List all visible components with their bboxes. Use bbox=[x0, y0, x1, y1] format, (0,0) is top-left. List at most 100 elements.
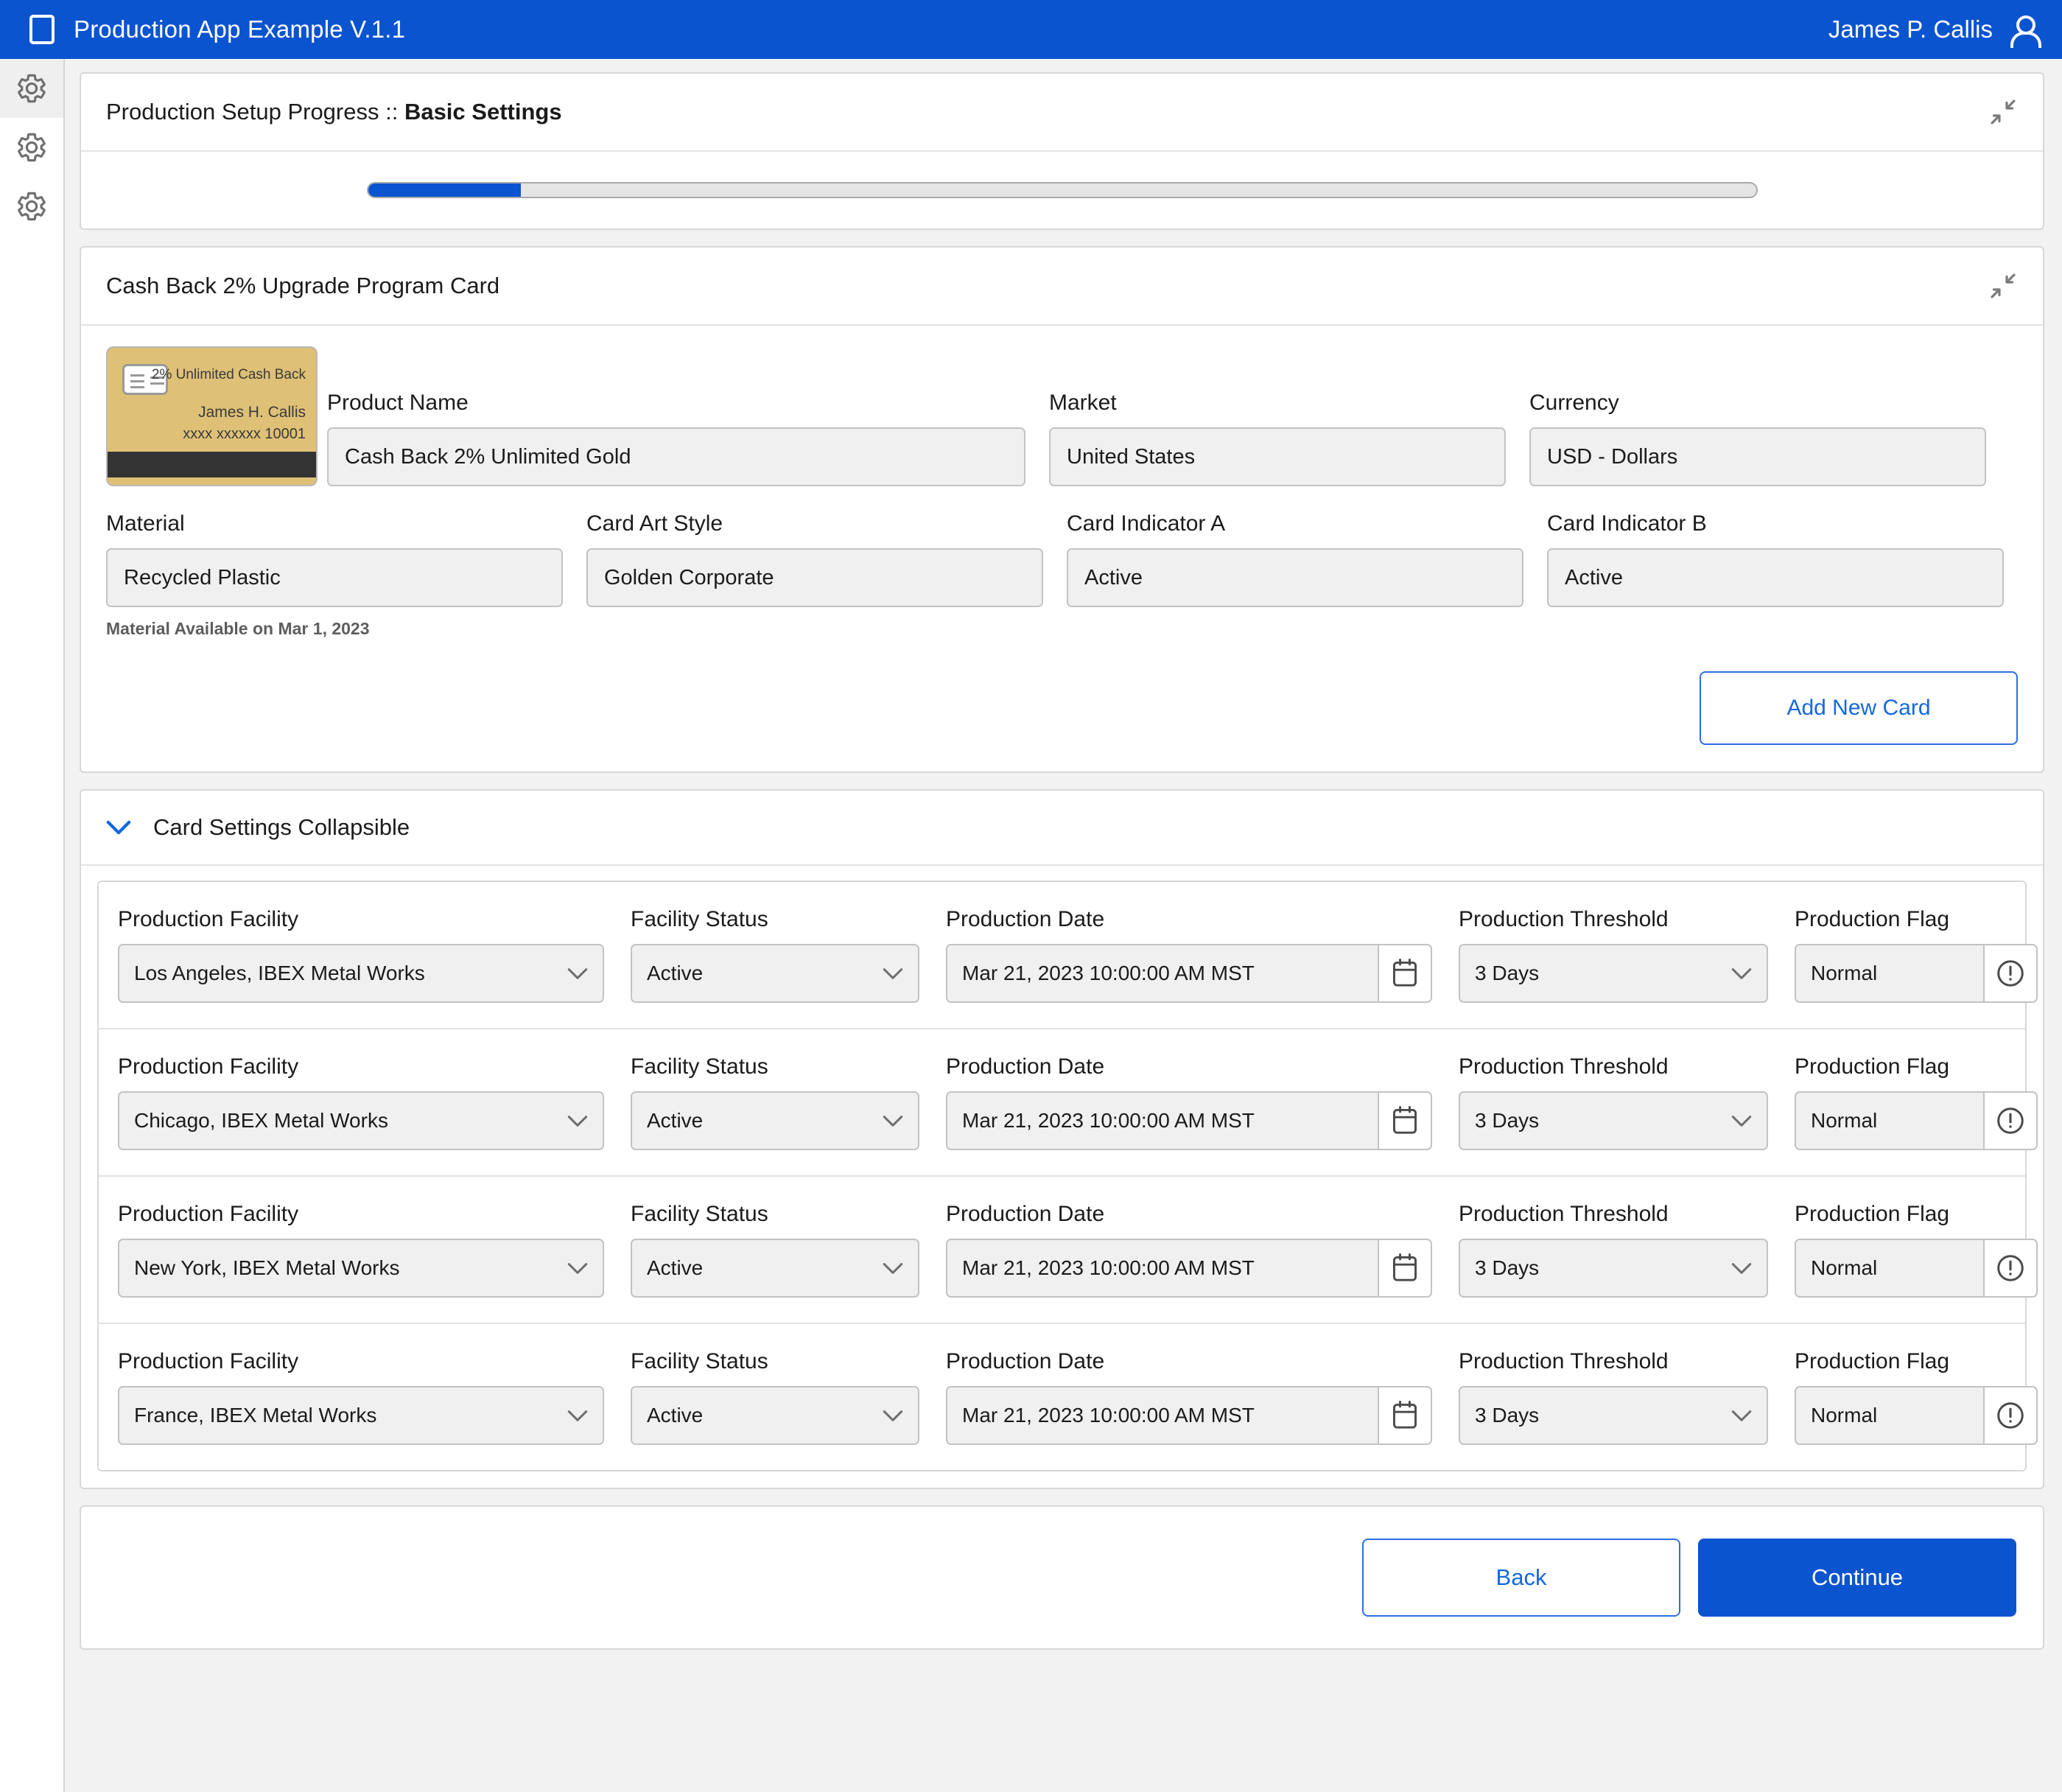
add-card-row: Add New Card bbox=[106, 671, 2018, 745]
user-icon[interactable] bbox=[2009, 14, 2041, 48]
calendar-icon[interactable] bbox=[1390, 958, 1420, 989]
production-facility-label: Production Facility bbox=[118, 1349, 299, 1373]
calendar-button[interactable] bbox=[1378, 1386, 1432, 1445]
production-flag-value[interactable]: Normal bbox=[1795, 1386, 1983, 1445]
production-flag-info-button[interactable] bbox=[1983, 1386, 2038, 1445]
production-facility-select[interactable]: New York, IBEX Metal Works bbox=[118, 1239, 604, 1298]
calendar-button[interactable] bbox=[1378, 1239, 1432, 1298]
production-date-picker[interactable]: Mar 21, 2023 10:00:00 AM MST bbox=[946, 944, 1432, 1003]
back-button[interactable]: Back bbox=[1362, 1539, 1680, 1617]
production-date-value[interactable]: Mar 21, 2023 10:00:00 AM MST bbox=[946, 1386, 1378, 1445]
production-flag-value[interactable]: Normal bbox=[1795, 944, 1983, 1003]
production-facility-select[interactable]: Los Angeles, IBEX Metal Works bbox=[118, 944, 604, 1003]
production-facility-select[interactable]: France, IBEX Metal Works bbox=[118, 1386, 604, 1445]
chevron-down-icon[interactable] bbox=[1731, 1410, 1752, 1422]
production-flag-control[interactable]: Normal bbox=[1795, 1091, 2038, 1150]
production-date-picker[interactable]: Mar 21, 2023 10:00:00 AM MST bbox=[946, 1239, 1432, 1298]
chevron-down-icon[interactable] bbox=[106, 820, 131, 835]
sidebar-item-settings-1[interactable] bbox=[0, 59, 63, 118]
production-flag-control[interactable]: Normal bbox=[1795, 1239, 2038, 1298]
calendar-icon[interactable] bbox=[1390, 1400, 1420, 1431]
main-content: Production Setup Progress :: Basic Setti… bbox=[65, 59, 2062, 1792]
exclamation-circle-icon[interactable] bbox=[1995, 1253, 2026, 1284]
app-header: Production App Example V.1.1 James P. Ca… bbox=[0, 0, 2062, 59]
card-indicator-b-label: Card Indicator B bbox=[1547, 511, 1707, 536]
card-indicator-a-input[interactable]: Active bbox=[1067, 548, 1523, 607]
chevron-down-icon[interactable] bbox=[1731, 1262, 1752, 1275]
calendar-icon[interactable] bbox=[1390, 1253, 1420, 1284]
collapse-arrows-icon[interactable] bbox=[1988, 271, 2018, 301]
exclamation-circle-icon[interactable] bbox=[1995, 1400, 2026, 1431]
production-facility-field: Production Facility New York, IBEX Metal… bbox=[118, 1202, 604, 1298]
card-art-style-field: Card Art Style Golden Corporate bbox=[586, 511, 1043, 639]
chevron-down-icon[interactable] bbox=[567, 1115, 588, 1127]
chevron-down-icon[interactable] bbox=[883, 967, 903, 980]
user-name: James P. Callis bbox=[1828, 15, 1993, 43]
production-facility-select[interactable]: Chicago, IBEX Metal Works bbox=[118, 1091, 604, 1150]
card-art-style-input[interactable]: Golden Corporate bbox=[586, 548, 1043, 607]
production-flag-info-button[interactable] bbox=[1983, 1239, 2038, 1298]
card-fields-row-2: Material Recycled Plastic Material Avail… bbox=[106, 511, 2018, 639]
production-flag-field: Production Flag Normal bbox=[1795, 1349, 2038, 1445]
chevron-down-icon[interactable] bbox=[1731, 1115, 1752, 1127]
facility-status-select[interactable]: Active bbox=[631, 1239, 919, 1298]
card-number: xxxx xxxxxx 10001 bbox=[183, 426, 306, 442]
calendar-button[interactable] bbox=[1378, 1091, 1432, 1150]
card-indicator-b-input[interactable]: Active bbox=[1547, 548, 2004, 607]
chevron-down-icon[interactable] bbox=[567, 967, 588, 980]
production-date-picker[interactable]: Mar 21, 2023 10:00:00 AM MST bbox=[946, 1386, 1432, 1445]
chevron-down-icon[interactable] bbox=[883, 1262, 903, 1275]
credit-card-preview: 2% Unlimited Cash Back James H. Callis x… bbox=[106, 346, 318, 486]
chevron-down-icon[interactable] bbox=[883, 1115, 903, 1127]
production-threshold-select[interactable]: 3 Days bbox=[1459, 1239, 1768, 1298]
header-right[interactable]: James P. Callis bbox=[1828, 14, 2041, 48]
facility-table: Production Facility Los Angeles, IBEX Me… bbox=[97, 881, 2038, 1471]
facility-status-select[interactable]: Active bbox=[631, 1386, 919, 1445]
production-threshold-select[interactable]: 3 Days bbox=[1459, 1386, 1768, 1445]
facility-row: Production Facility New York, IBEX Metal… bbox=[99, 1177, 2038, 1324]
production-date-value[interactable]: Mar 21, 2023 10:00:00 AM MST bbox=[946, 1091, 1378, 1150]
production-flag-control[interactable]: Normal bbox=[1795, 1386, 2038, 1445]
calendar-icon[interactable] bbox=[1390, 1105, 1420, 1136]
production-flag-value[interactable]: Normal bbox=[1795, 1091, 1983, 1150]
production-flag-info-button[interactable] bbox=[1983, 1091, 2038, 1150]
exclamation-circle-icon[interactable] bbox=[1995, 958, 2026, 989]
calendar-button[interactable] bbox=[1378, 944, 1432, 1003]
chevron-down-icon[interactable] bbox=[567, 1262, 588, 1275]
chevron-down-icon[interactable] bbox=[883, 1410, 903, 1422]
product-name-field: Product Name Cash Back 2% Unlimited Gold bbox=[327, 391, 1025, 486]
production-date-value[interactable]: Mar 21, 2023 10:00:00 AM MST bbox=[946, 944, 1378, 1003]
chevron-down-icon[interactable] bbox=[1731, 967, 1752, 980]
app-square-icon bbox=[29, 15, 55, 44]
collapse-arrows-icon[interactable] bbox=[1988, 97, 2018, 127]
material-input[interactable]: Recycled Plastic bbox=[106, 548, 563, 607]
exclamation-circle-icon[interactable] bbox=[1995, 1105, 2026, 1136]
facility-row: Production Facility France, IBEX Metal W… bbox=[99, 1324, 2038, 1470]
product-name-input[interactable]: Cash Back 2% Unlimited Gold bbox=[327, 427, 1025, 486]
continue-button[interactable]: Continue bbox=[1698, 1539, 2016, 1617]
production-date-picker[interactable]: Mar 21, 2023 10:00:00 AM MST bbox=[946, 1091, 1432, 1150]
facility-status-select[interactable]: Active bbox=[631, 1091, 919, 1150]
market-input[interactable]: United States bbox=[1049, 427, 1506, 486]
currency-input[interactable]: USD - Dollars bbox=[1529, 427, 1986, 486]
sidebar-item-settings-2[interactable] bbox=[0, 118, 63, 177]
sidebar-item-settings-3[interactable] bbox=[0, 177, 63, 236]
production-threshold-select[interactable]: 3 Days bbox=[1459, 1091, 1768, 1150]
production-facility-field: Production Facility Los Angeles, IBEX Me… bbox=[118, 907, 604, 1003]
facility-status-select[interactable]: Active bbox=[631, 944, 919, 1003]
production-flag-label: Production Flag bbox=[1795, 1202, 1950, 1226]
production-flag-label: Production Flag bbox=[1795, 1349, 1950, 1373]
card-fields-row-1: 2% Unlimited Cash Back James H. Callis x… bbox=[106, 346, 2018, 486]
add-new-card-button[interactable]: Add New Card bbox=[1700, 671, 2018, 745]
facility-row: Production Facility Chicago, IBEX Metal … bbox=[99, 1029, 2038, 1177]
chevron-down-icon[interactable] bbox=[567, 1410, 588, 1422]
production-facility-value: Los Angeles, IBEX Metal Works bbox=[134, 962, 425, 984]
production-date-value[interactable]: Mar 21, 2023 10:00:00 AM MST bbox=[946, 1239, 1378, 1298]
production-threshold-value: 3 Days bbox=[1475, 1109, 1540, 1132]
production-flag-info-button[interactable] bbox=[1983, 944, 2038, 1003]
production-flag-control[interactable]: Normal bbox=[1795, 944, 2038, 1003]
production-threshold-select[interactable]: 3 Days bbox=[1459, 944, 1768, 1003]
production-flag-value[interactable]: Normal bbox=[1795, 1239, 1983, 1298]
card-settings-header[interactable]: Card Settings Collapsible bbox=[81, 791, 2043, 866]
